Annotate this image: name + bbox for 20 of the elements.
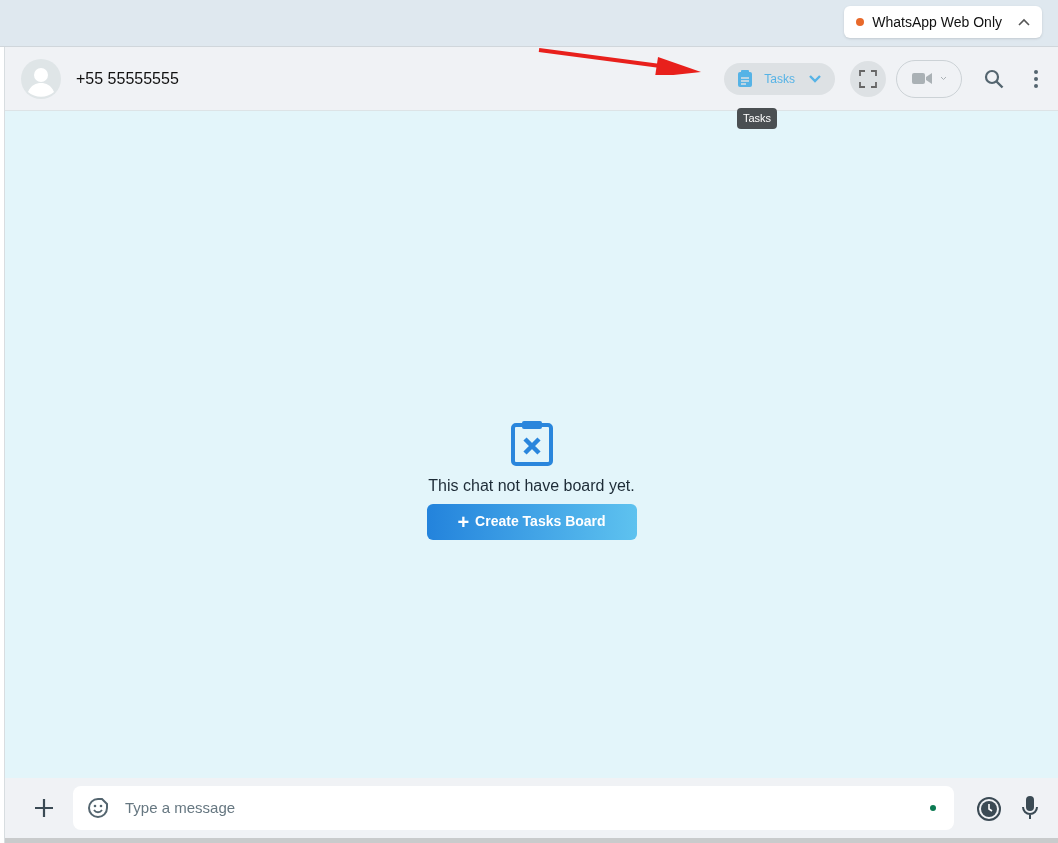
video-camera-icon: [911, 72, 932, 85]
empty-board-message: This chat not have board yet.: [428, 475, 635, 496]
menu-icon[interactable]: [1034, 69, 1038, 88]
mode-label: WhatsApp Web Only: [872, 12, 1002, 32]
caret-icon: [939, 76, 947, 81]
sticker-icon: [87, 797, 109, 819]
search-icon[interactable]: [984, 68, 1004, 89]
contact-name[interactable]: +55 55555555: [76, 66, 179, 91]
message-box[interactable]: Type a message: [73, 786, 954, 830]
fullscreen-icon: [859, 69, 877, 88]
timer-icon[interactable]: [976, 795, 1002, 821]
fullscreen-button[interactable]: [850, 60, 886, 97]
chevron-up-icon: [1018, 18, 1030, 26]
mode-badge[interactable]: WhatsApp Web Only: [844, 6, 1042, 38]
clipboard-x-icon: [510, 419, 553, 466]
clipboard-icon: [738, 70, 753, 87]
plus-icon[interactable]: [35, 799, 53, 817]
microphone-icon[interactable]: [1022, 796, 1038, 820]
tooltip: Tasks: [737, 108, 778, 129]
chevron-down-icon: [809, 74, 821, 83]
